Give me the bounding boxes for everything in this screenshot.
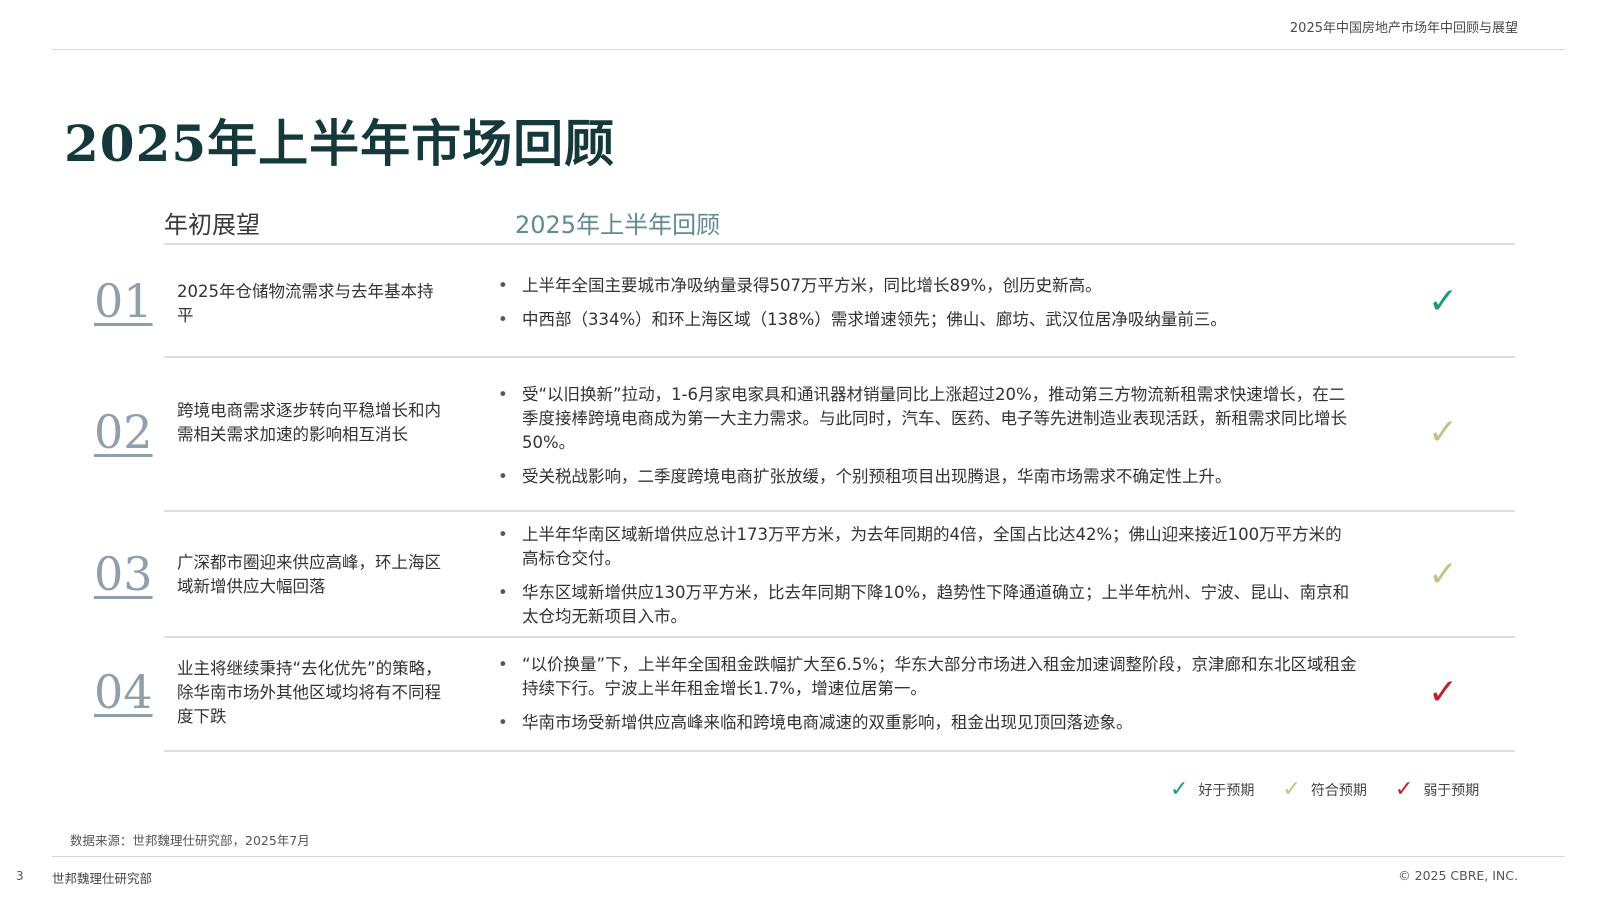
legend-item-worse: ✓ 弱于预期 <box>1394 777 1480 802</box>
copyright: © 2025 CBRE, INC. <box>1398 868 1518 883</box>
check-better-icon: ✓ <box>1428 281 1459 322</box>
page-number: 3 <box>16 869 24 883</box>
legend-item-meet: ✓ 符合预期 <box>1282 777 1367 802</box>
bullet-item: 中西部（334%）和环上海区域（138%）需求增速领先；佛山、廊坊、武汉位居净吸… <box>498 308 1358 332</box>
check-meet-icon: ✓ <box>1428 554 1459 595</box>
header-divider <box>52 49 1565 50</box>
column-header-expectation: 年初展望 <box>164 211 260 239</box>
row-expectation: 业主将继续秉持“去化优先”的策略，除华南市场外其他区域均将有不同程度下跌 <box>177 659 442 726</box>
row-divider <box>164 510 1515 512</box>
table-top-rule <box>164 243 1515 245</box>
table-bottom-rule <box>164 750 1515 752</box>
bullet-item: 受关税战影响，二季度跨境电商扩张放缓，个别预租项目出现腾退，华南市场需求不确定性… <box>498 465 1358 489</box>
row-number: 04 <box>94 665 153 719</box>
row-bullets: 上半年全国主要城市净吸纳量录得507万平方米，同比增长89%，创历史新高。 中西… <box>498 274 1358 342</box>
row-divider <box>164 636 1515 638</box>
page-title: 2025年上半年市场回顾 <box>64 114 616 173</box>
bullet-item: 华南市场受新增供应高峰来临和跨境电商减速的双重影响，租金出现见顶回落迹象。 <box>498 711 1358 735</box>
legend-label: 弱于预期 <box>1423 783 1480 799</box>
footer-divider <box>52 856 1565 857</box>
check-worse-icon: ✓ <box>1394 777 1414 802</box>
legend-label: 好于预期 <box>1198 783 1255 799</box>
row-number: 02 <box>94 405 153 459</box>
row-bullets: 受“以旧换新”拉动，1-6月家电家具和通讯器材销量同比上涨超过20%，推动第三方… <box>498 383 1358 499</box>
bullet-item: “以价换量”下，上半年全国租金跌幅扩大至6.5%；华东大部分市场进入租金加速调整… <box>498 653 1358 701</box>
row-expectation: 2025年仓储物流需求与去年基本持平 <box>177 282 434 325</box>
column-header-review: 2025年上半年回顾 <box>515 211 721 239</box>
check-meet-icon: ✓ <box>1428 412 1459 453</box>
row-divider <box>164 356 1515 358</box>
check-worse-icon: ✓ <box>1428 672 1459 713</box>
row-bullets: “以价换量”下，上半年全国租金跌幅扩大至6.5%；华东大部分市场进入租金加速调整… <box>498 653 1358 745</box>
bullet-item: 上半年华南区域新增供应总计173万平方米，为去年同期的4倍，全国占比达42%；佛… <box>498 523 1358 571</box>
row-expectation: 跨境电商需求逐步转向平稳增长和内需相关需求加速的影响相互消长 <box>177 401 441 444</box>
bullet-item: 上半年全国主要城市净吸纳量录得507万平方米，同比增长89%，创历史新高。 <box>498 274 1358 298</box>
legend-item-better: ✓ 好于预期 <box>1170 777 1255 802</box>
row-expectation: 广深都市圈迎来供应高峰，环上海区域新增供应大幅回落 <box>177 553 441 596</box>
footer-organization: 世邦魏理仕研究部 <box>52 871 153 886</box>
row-number: 03 <box>94 547 153 601</box>
bullet-item: 受“以旧换新”拉动，1-6月家电家具和通讯器材销量同比上涨超过20%，推动第三方… <box>498 383 1358 455</box>
check-better-icon: ✓ <box>1170 777 1189 802</box>
check-meet-icon: ✓ <box>1282 777 1301 802</box>
row-bullets: 上半年华南区域新增供应总计173万平方米，为去年同期的4倍，全国占比达42%；佛… <box>498 523 1358 639</box>
row-number: 01 <box>94 274 153 328</box>
legend: ✓ 好于预期 ✓ 符合预期 ✓ 弱于预期 <box>1170 777 1480 802</box>
header-title: 2025年中国房地产市场年中回顾与展望 <box>1289 21 1518 36</box>
data-source-note: 数据来源：世邦魏理仕研究部，2025年7月 <box>70 833 310 848</box>
legend-label: 符合预期 <box>1310 783 1367 799</box>
bullet-item: 华东区域新增供应130万平方米，比去年同期下降10%，趋势性下降通道确立；上半年… <box>498 581 1358 629</box>
